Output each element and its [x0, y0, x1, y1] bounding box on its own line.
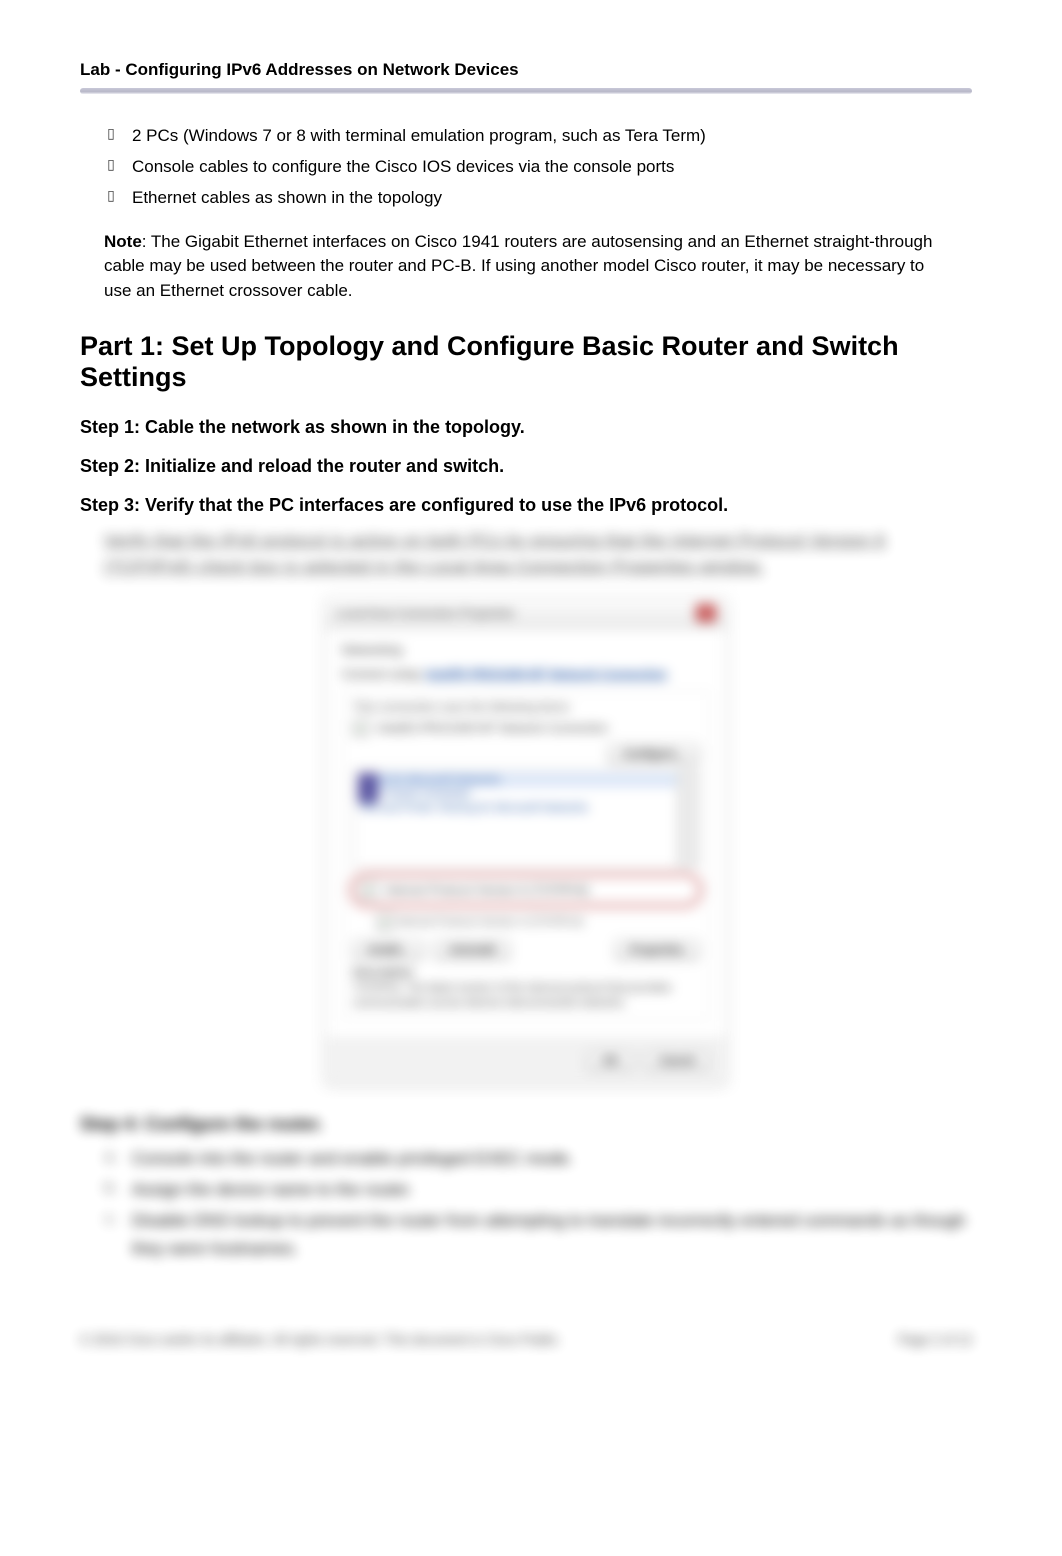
step-4-heading: Step 4: Configure the router.: [80, 1114, 972, 1135]
list-item: b. Assign the device name to the router.: [104, 1176, 972, 1203]
header-rule: [80, 88, 972, 94]
checkbox-icon: ✓: [353, 720, 369, 736]
cancel-button: Cancel: [644, 1051, 710, 1071]
adapter-checkbox-row: ✓ Intel(R) PRO/1000 MT Network Connectio…: [353, 720, 699, 736]
page-header-title: Lab - Configuring IPv6 Addresses on Netw…: [80, 60, 972, 88]
bullet-icon: b.: [104, 1176, 118, 1198]
list-item: ▯ Ethernet cables as shown in the topolo…: [104, 184, 972, 211]
bullet-icon: ▯: [104, 153, 118, 175]
properties-dialog: Local Area Connection Properties × Netwo…: [325, 597, 727, 1084]
ipv4-item: ✓ Internet Protocol Version 4 (TCP/IPv4): [377, 914, 699, 930]
close-icon: ×: [696, 604, 716, 622]
bullet-icon: ▯: [104, 184, 118, 206]
list-item-text: Console into the router and enable privi…: [132, 1149, 573, 1168]
step4-sublist: a. Console into the router and enable pr…: [104, 1145, 972, 1262]
ipv6-highlight: ✓ Internet Protocol Version 6 (TCP/IPv6): [351, 874, 701, 906]
note-paragraph: Note: The Gigabit Ethernet interfaces on…: [104, 230, 948, 304]
checkbox-icon: ✓: [361, 882, 377, 898]
bullet-icon: ▯: [104, 122, 118, 144]
dialog-titlebar: Local Area Connection Properties ×: [326, 598, 726, 629]
list-item: c. Disable DNS lookup to prevent the rou…: [104, 1207, 972, 1261]
page-footer: © 2016 Cisco and/or its affiliates. All …: [80, 1332, 972, 1347]
ok-button: OK: [587, 1051, 634, 1071]
part-heading: Part 1: Set Up Topology and Configure Ba…: [80, 331, 972, 393]
dialog-footer: OK Cancel: [326, 1038, 726, 1083]
list-item: ▯ 2 PCs (Windows 7 or 8 with terminal em…: [104, 122, 972, 149]
list-item: a. Console into the router and enable pr…: [104, 1145, 972, 1172]
step-2-heading: Step 2: Initialize and reload the router…: [80, 456, 972, 477]
copyright-text: © 2016 Cisco and/or its affiliates. All …: [80, 1332, 561, 1347]
description-block: Description TCP/IPv6. The latest version…: [353, 966, 699, 1011]
install-row: Install... Uninstall Properties: [353, 940, 699, 960]
note-text: : The Gigabit Ethernet interfaces on Cis…: [104, 232, 932, 300]
list-item: ▯ Console cables to configure the Cisco …: [104, 153, 972, 180]
note-label: Note: [104, 232, 142, 251]
list-item-text: Disable DNS lookup to prevent the router…: [132, 1211, 965, 1257]
configure-button: Configure...: [608, 744, 699, 764]
scrollbar: [677, 769, 698, 867]
dialog-title: Local Area Connection Properties: [336, 606, 515, 620]
page-number: Page 2 of 12: [898, 1332, 972, 1347]
step-1-heading: Step 1: Cable the network as shown in th…: [80, 417, 972, 438]
tab-label: Networking: [342, 643, 710, 657]
list-item-text: Console cables to configure the Cisco IO…: [132, 157, 674, 176]
list-item-text: 2 PCs (Windows 7 or 8 with terminal emul…: [132, 126, 706, 145]
step-3-heading: Step 3: Verify that the PC interfaces ar…: [80, 495, 972, 516]
bullet-icon: c.: [104, 1207, 118, 1229]
equipment-list: ▯ 2 PCs (Windows 7 or 8 with terminal em…: [104, 122, 972, 212]
connect-using-row: Connect using: Intel(R) PRO/1000 MT Netw…: [342, 667, 710, 681]
install-button: Install...: [353, 940, 424, 960]
group-title: This connection uses the following items…: [353, 700, 699, 714]
blurred-region: Verify that the IPv6 protocol is active …: [80, 528, 972, 1346]
scrollbar-thumb: [358, 773, 378, 803]
list-item-text: Ethernet cables as shown in the topology: [132, 188, 442, 207]
list-item-text: Assign the device name to the router.: [132, 1180, 413, 1199]
properties-button: Properties: [615, 940, 699, 960]
bullet-icon: a.: [104, 1145, 118, 1167]
blurred-intro: Verify that the IPv6 protocol is active …: [104, 528, 948, 579]
uninstall-button: Uninstall: [434, 940, 510, 960]
protocol-listbox: Client for Microsoft Networks QoS Packet…: [353, 768, 699, 868]
